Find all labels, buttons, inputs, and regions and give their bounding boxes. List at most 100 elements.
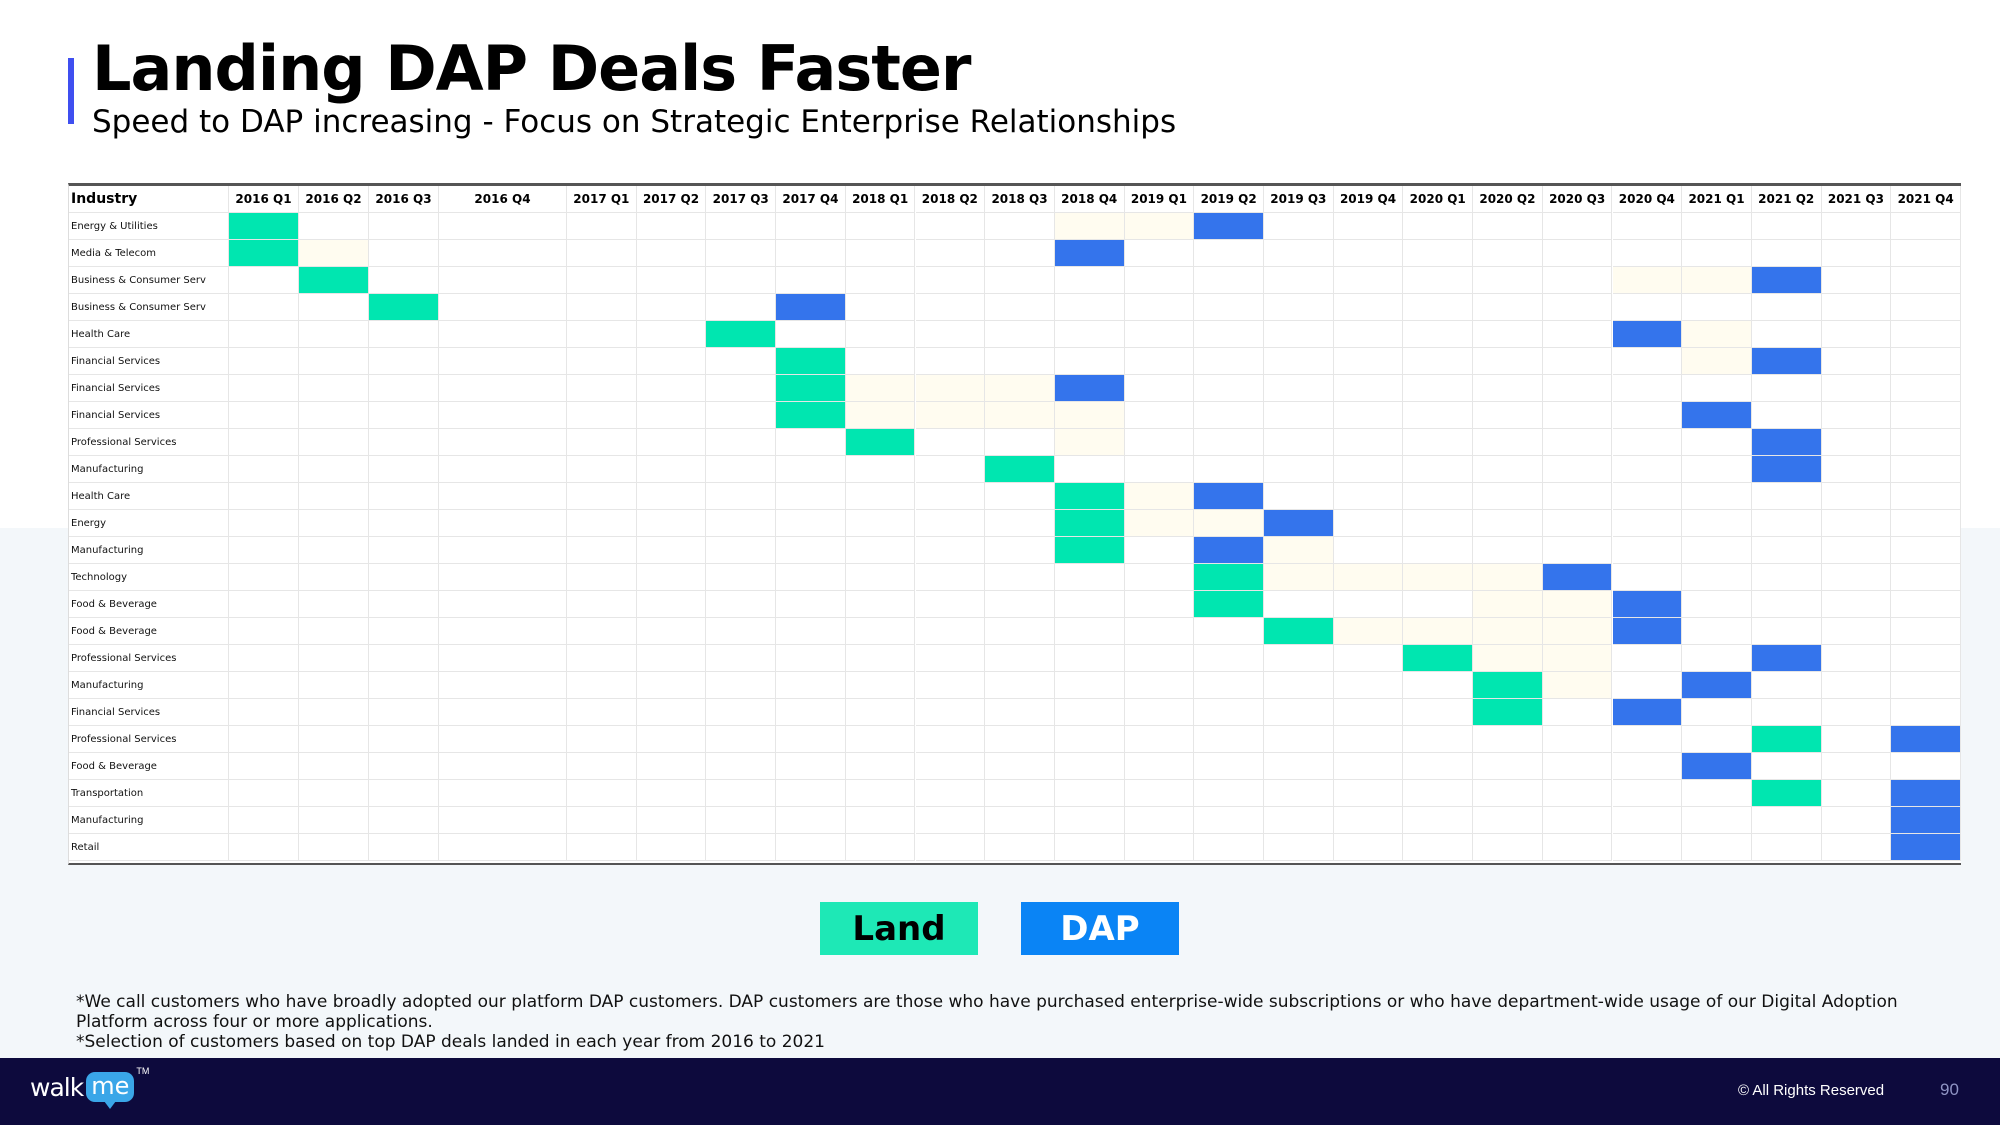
grid-cell-empty xyxy=(229,510,299,537)
grid-cell-dap xyxy=(1751,267,1822,294)
grid-cell-empty xyxy=(439,402,567,429)
grid-cell-empty xyxy=(636,456,707,483)
grid-cell-empty xyxy=(439,537,567,564)
grid-cell-empty xyxy=(439,834,567,861)
grid-cell-empty xyxy=(1473,456,1543,483)
grid-cell-empty xyxy=(1264,429,1334,456)
grid-cell-empty xyxy=(1124,240,1195,267)
grid-cell-empty xyxy=(636,402,707,429)
grid-cell-empty xyxy=(1194,699,1264,726)
grid-cell-empty xyxy=(1403,834,1474,861)
grid-cell-empty xyxy=(229,375,299,402)
grid-cell-empty xyxy=(1264,213,1334,240)
grid-cell-empty xyxy=(776,483,846,510)
grid-cell-empty xyxy=(985,483,1055,510)
grid-cell-empty xyxy=(1542,807,1613,834)
grid-cell-empty xyxy=(1473,213,1543,240)
grid-cell-empty xyxy=(1821,564,1892,591)
grid-cell-land xyxy=(1194,564,1264,591)
grid-cell-empty xyxy=(985,510,1055,537)
grid-cell-empty xyxy=(915,429,986,456)
grid-cell-empty xyxy=(1054,294,1125,321)
grid-cell-empty xyxy=(229,834,299,861)
row-label-industry: Professional Services xyxy=(69,429,229,456)
grid-cell-empty xyxy=(1612,753,1683,780)
grid-cell-land xyxy=(706,321,777,348)
grid-cell-land xyxy=(299,267,369,294)
grid-cell-empty xyxy=(567,510,637,537)
grid-cell-empty xyxy=(299,780,369,807)
grid-cell-empty xyxy=(567,807,637,834)
grid-cell-empty xyxy=(1124,348,1195,375)
grid-cell-empty xyxy=(636,807,707,834)
grid-cell-highlight xyxy=(1542,645,1613,672)
grid-cell-empty xyxy=(985,591,1055,618)
grid-cell-empty xyxy=(369,645,439,672)
grid-cell-empty xyxy=(1751,402,1822,429)
grid-cell-empty xyxy=(1542,402,1613,429)
grid-cell-empty xyxy=(1124,456,1195,483)
grid-cell-empty xyxy=(636,240,707,267)
grid-cell-empty xyxy=(1473,402,1543,429)
legend-land-label: Land xyxy=(852,908,946,949)
grid-cell-empty xyxy=(776,618,846,645)
row-label-industry: Health Care xyxy=(69,483,229,510)
grid-cell-empty xyxy=(915,510,986,537)
grid-cell-highlight xyxy=(845,402,916,429)
grid-cell-empty xyxy=(567,591,637,618)
grid-cell-empty xyxy=(439,672,567,699)
grid-cell-empty xyxy=(1542,780,1613,807)
grid-cell-empty xyxy=(229,699,299,726)
grid-cell-empty xyxy=(1682,510,1752,537)
grid-cell-empty xyxy=(636,726,707,753)
grid-cell-empty xyxy=(299,321,369,348)
grid-cell-empty xyxy=(1682,726,1752,753)
grid-cell-highlight xyxy=(1124,213,1195,240)
grid-cell-empty xyxy=(1542,321,1613,348)
grid-cell-empty xyxy=(1124,321,1195,348)
grid-cell-empty xyxy=(706,294,777,321)
grid-cell-dap xyxy=(1612,618,1683,645)
grid-cell-land xyxy=(229,213,299,240)
grid-cell-empty xyxy=(1751,294,1822,321)
column-header-quarter: 2019 Q1 xyxy=(1124,186,1195,213)
grid-cell-empty xyxy=(439,456,567,483)
grid-cell-empty xyxy=(1473,834,1543,861)
grid-cell-empty xyxy=(1682,456,1752,483)
grid-cell-empty xyxy=(1682,807,1752,834)
grid-cell-land xyxy=(369,294,439,321)
grid-cell-empty xyxy=(1194,726,1264,753)
grid-cell-empty xyxy=(1682,699,1752,726)
grid-cell-empty xyxy=(1333,780,1404,807)
grid-cell-empty xyxy=(1403,240,1474,267)
grid-cell-empty xyxy=(776,699,846,726)
grid-cell-highlight xyxy=(1473,645,1543,672)
title-accent-bar xyxy=(68,58,74,124)
grid-cell-land xyxy=(1054,537,1125,564)
grid-cell-empty xyxy=(1473,537,1543,564)
grid-cell-empty xyxy=(567,456,637,483)
grid-cell-highlight xyxy=(1124,483,1195,510)
grid-cell-empty xyxy=(1821,348,1892,375)
grid-cell-empty xyxy=(915,780,986,807)
grid-cell-empty xyxy=(1403,294,1474,321)
grid-cell-empty xyxy=(636,591,707,618)
grid-cell-empty xyxy=(1821,456,1892,483)
grid-cell-highlight xyxy=(915,402,986,429)
legend-dap-label: DAP xyxy=(1060,908,1140,949)
grid-cell-empty xyxy=(1821,753,1892,780)
grid-cell-empty xyxy=(845,564,916,591)
grid-cell-empty xyxy=(845,645,916,672)
grid-cell-empty xyxy=(1333,726,1404,753)
row-label-industry: Media & Telecom xyxy=(69,240,229,267)
grid-cell-empty xyxy=(1612,780,1683,807)
legend-dap: DAP xyxy=(1021,902,1179,955)
grid-cell-empty xyxy=(1542,726,1613,753)
grid-cell-empty xyxy=(1821,591,1892,618)
grid-cell-empty xyxy=(915,348,986,375)
grid-cell-empty xyxy=(1054,564,1125,591)
grid-cell-empty xyxy=(229,645,299,672)
grid-cell-empty xyxy=(567,213,637,240)
grid-cell-empty xyxy=(1403,753,1474,780)
row-label-industry: Financial Services xyxy=(69,375,229,402)
